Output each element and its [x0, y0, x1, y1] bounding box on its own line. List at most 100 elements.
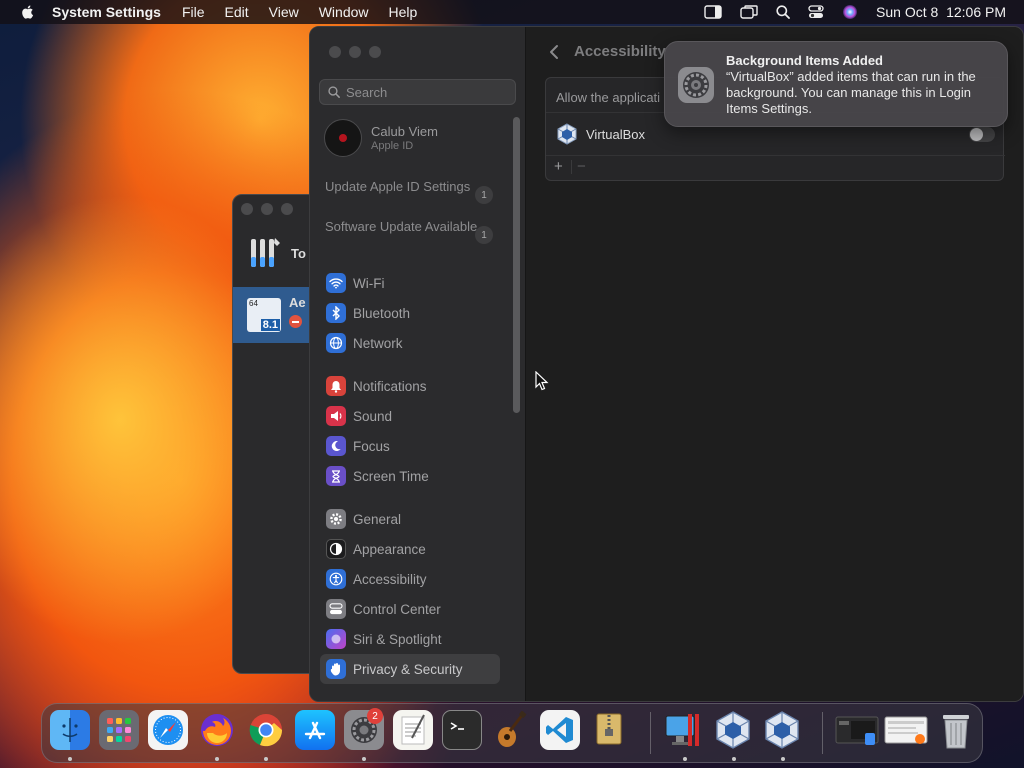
dock-window-thumbnail-icon[interactable]	[835, 710, 879, 750]
sidebar-item-siri-spotlight[interactable]: Siri & Spotlight	[320, 625, 500, 653]
button-divider	[571, 160, 572, 174]
menu-help[interactable]: Help	[389, 4, 418, 20]
sidebar-item-label: Focus	[353, 438, 390, 454]
notice-update-apple-id[interactable]: Update Apple ID Settings	[325, 179, 495, 195]
remove-badge-icon	[289, 315, 302, 328]
app-label: VirtualBox	[586, 126, 646, 142]
apple-icon[interactable]	[18, 4, 38, 20]
sidebar-item-label: Privacy & Security	[353, 661, 463, 677]
sidebar-item-label: Network	[353, 335, 403, 351]
sidebar-item-appearance[interactable]: Appearance	[320, 535, 500, 563]
dock-firefox-icon[interactable]	[197, 710, 237, 750]
bg-list-item-tools[interactable]: To	[233, 225, 315, 281]
window-controls	[329, 46, 381, 58]
globe-icon	[326, 333, 346, 353]
menu-window[interactable]: Window	[319, 4, 369, 20]
dock-notification-badge: 2	[367, 708, 383, 724]
dock-virtualbox-icon[interactable]	[713, 710, 753, 750]
sidebar-item-wifi[interactable]: Wi-Fi	[320, 269, 500, 297]
sidebar-item-privacy-security[interactable]: Privacy & Security	[320, 654, 500, 684]
profile-subtitle: Apple ID	[371, 140, 414, 152]
sidebar-item-control-center[interactable]: Control Center	[320, 595, 500, 623]
sidebar-item-label: Appearance	[353, 541, 426, 557]
sidebar-item-notifications[interactable]: Notifications	[320, 372, 500, 400]
sidebar-item-network[interactable]: Network	[320, 329, 500, 357]
siri-icon	[326, 629, 346, 649]
back-button[interactable]	[546, 43, 562, 61]
profile-name: Calub Viem	[371, 124, 438, 139]
virtualbox-access-toggle[interactable]	[969, 127, 995, 142]
close-button[interactable]	[329, 46, 341, 58]
menu-view[interactable]: View	[269, 4, 299, 20]
minimize-button[interactable]	[261, 203, 273, 215]
zoom-button[interactable]	[281, 203, 293, 215]
search-input[interactable]	[346, 84, 506, 100]
dock-finder-icon[interactable]	[50, 710, 90, 750]
dock-app-store-icon[interactable]	[295, 710, 335, 750]
dock-archive-icon[interactable]	[589, 710, 629, 750]
moon-icon	[326, 436, 346, 456]
dock-window-thumbnail-icon[interactable]	[884, 710, 928, 750]
notice-software-update[interactable]: Software Update Available	[325, 219, 495, 235]
sidebar-item-label: Bluetooth	[353, 305, 411, 321]
dock-chrome-icon[interactable]	[246, 710, 286, 750]
control-center-icon[interactable]	[808, 5, 824, 19]
speaker-icon	[326, 406, 346, 426]
sidebar-item-accessibility[interactable]: Accessibility	[320, 565, 500, 593]
disk-badge-top: 64	[249, 299, 258, 308]
bg-list-item-selected[interactable]: 64 8.1 Ae	[233, 287, 315, 343]
background-app-window[interactable]: To 64 8.1 Ae	[232, 194, 316, 674]
running-indicator	[732, 757, 736, 761]
menu-app-name[interactable]: System Settings	[52, 4, 161, 20]
running-indicator	[781, 757, 785, 761]
apple-id-profile[interactable]: Calub Viem Apple ID	[324, 119, 438, 157]
search-field[interactable]	[319, 79, 516, 105]
dock-separator	[650, 712, 651, 754]
menu-edit[interactable]: Edit	[225, 4, 249, 20]
dock-garageband-icon[interactable]	[491, 710, 531, 750]
dock-trash-icon[interactable]	[936, 710, 976, 750]
appearance-icon	[326, 539, 346, 559]
hand-icon	[326, 659, 346, 679]
running-indicator	[683, 757, 687, 761]
menu-clock[interactable]: Sun Oct 8 12:06 PM	[876, 4, 1006, 20]
remove-app-button[interactable]: −	[577, 158, 586, 175]
notice-count-badge: 1	[475, 186, 493, 204]
siri-icon[interactable]	[842, 4, 858, 20]
control-center-icon	[326, 599, 346, 619]
menu-file[interactable]: File	[182, 4, 205, 20]
sidebar-item-focus[interactable]: Focus	[320, 432, 500, 460]
minimize-button[interactable]	[349, 46, 361, 58]
window-controls	[241, 203, 293, 215]
running-indicator	[68, 757, 72, 761]
dock-launchpad-icon[interactable]	[99, 710, 139, 750]
sidebar-item-bluetooth[interactable]: Bluetooth	[320, 299, 500, 327]
avatar	[324, 119, 362, 157]
notification-banner[interactable]: Background Items Added “VirtualBox” adde…	[664, 41, 1008, 127]
dock-safari-icon[interactable]	[148, 710, 188, 750]
add-app-button[interactable]: +	[554, 158, 563, 175]
sidebar-item-sound[interactable]: Sound	[320, 402, 500, 430]
sidebar-item-screen-time[interactable]: Screen Time	[320, 462, 500, 490]
dock-virtualbox-vm-icon[interactable]	[762, 710, 802, 750]
screen-mirroring-icon[interactable]	[740, 5, 758, 19]
dock-terminal-icon[interactable]	[442, 710, 482, 750]
running-indicator	[264, 757, 268, 761]
sidebar: Calub Viem Apple ID Update Apple ID Sett…	[310, 27, 526, 701]
dock-vscode-icon[interactable]	[540, 710, 580, 750]
app-disk-icon: 64 8.1	[247, 298, 281, 332]
sidebar-item-general[interactable]: General	[320, 505, 500, 533]
search-icon[interactable]	[776, 5, 790, 19]
sidebar-scrollbar[interactable]	[513, 117, 520, 413]
dock: 2	[41, 703, 983, 763]
dock-textedit-icon[interactable]	[393, 710, 433, 750]
close-button[interactable]	[241, 203, 253, 215]
system-settings-icon	[678, 67, 714, 103]
bluetooth-icon	[326, 303, 346, 323]
search-icon	[328, 86, 340, 98]
stage-manager-icon[interactable]	[704, 5, 722, 19]
zoom-button[interactable]	[369, 46, 381, 58]
content-pane: Accessibility Allow the applicati Virtua…	[526, 27, 1023, 701]
hourglass-icon	[326, 466, 346, 486]
dock-remote-desktop-icon[interactable]	[664, 710, 704, 750]
